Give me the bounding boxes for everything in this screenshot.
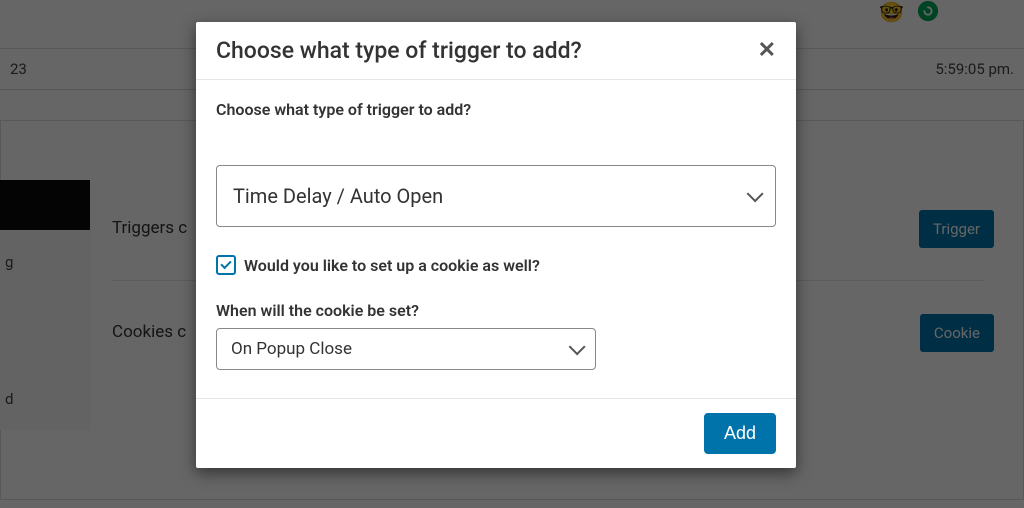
- trigger-type-value: Time Delay / Auto Open: [233, 184, 747, 208]
- modal-footer: Add: [196, 398, 796, 468]
- modal-body: Choose what type of trigger to add? Time…: [196, 80, 796, 398]
- cookie-checkbox-row: Would you like to set up a cookie as wel…: [216, 255, 776, 275]
- cookie-when-value: On Popup Close: [231, 339, 569, 359]
- cookie-when-select[interactable]: On Popup Close: [216, 328, 596, 370]
- chevron-down-icon: [569, 338, 586, 355]
- checkmark-icon: [220, 258, 231, 269]
- cookie-when-label: When will the cookie be set?: [216, 301, 776, 320]
- cookie-checkbox[interactable]: [216, 255, 236, 275]
- add-button[interactable]: Add: [704, 413, 776, 454]
- cookie-checkbox-label: Would you like to set up a cookie as wel…: [244, 256, 540, 275]
- modal-header: Choose what type of trigger to add? ✕: [196, 22, 796, 80]
- close-icon[interactable]: ✕: [758, 40, 776, 62]
- chevron-down-icon: [747, 185, 764, 202]
- modal-title: Choose what type of trigger to add?: [216, 37, 582, 64]
- trigger-type-label: Choose what type of trigger to add?: [216, 100, 776, 119]
- trigger-type-select[interactable]: Time Delay / Auto Open: [216, 165, 776, 227]
- trigger-modal: Choose what type of trigger to add? ✕ Ch…: [196, 22, 796, 468]
